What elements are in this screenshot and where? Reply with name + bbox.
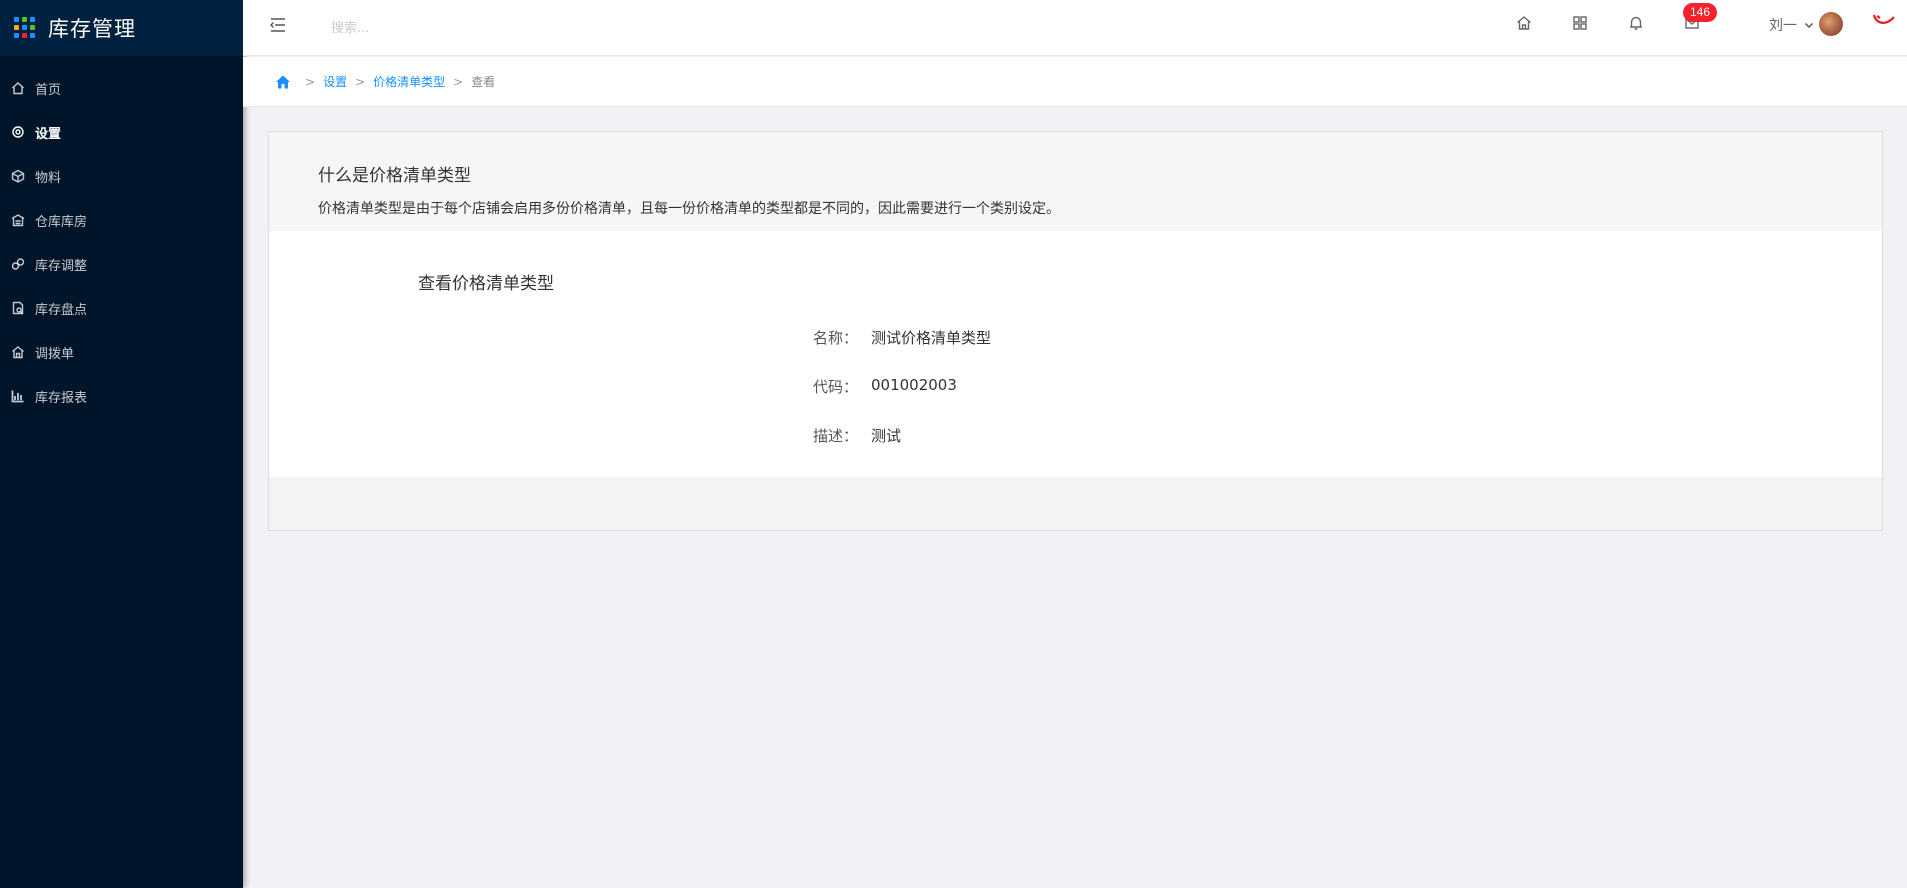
app-title: 库存管理: [48, 17, 136, 41]
message-count-badge: 146: [1683, 3, 1717, 22]
gear-icon: [11, 125, 25, 139]
sidebar-item-stock-adjust[interactable]: 库存调整: [0, 242, 243, 286]
field-description: 描述： 测试: [813, 425, 901, 446]
field-value: 001002003: [871, 376, 957, 394]
sidebar-item-home[interactable]: 首页: [0, 66, 243, 110]
field-label: 名称：: [813, 329, 859, 347]
sidebar-item-stock-check[interactable]: 库存盘点: [0, 286, 243, 330]
chevron-down-icon[interactable]: [1803, 16, 1815, 29]
home-nav-icon[interactable]: [1515, 14, 1535, 34]
field-value: 测试价格清单类型: [871, 329, 992, 347]
warehouse-icon: [11, 213, 25, 227]
sidebar-item-transfer[interactable]: 调拨单: [0, 330, 243, 374]
avatar[interactable]: [1819, 12, 1843, 36]
field-code: 代码： 001002003: [813, 376, 957, 397]
sidebar-item-label: 物料: [35, 170, 62, 186]
top-header: [243, 0, 1907, 56]
breadcrumb-current: 查看: [471, 75, 496, 89]
intro-description: 价格清单类型是由于每个店铺会启用多份价格清单，且每一份价格清单的类型都是不同的，…: [318, 201, 1060, 217]
breadcrumb-settings[interactable]: 设置: [323, 73, 347, 90]
sidebar-item-label: 库存盘点: [35, 302, 88, 318]
sidebar-item-label: 首页: [35, 82, 62, 98]
breadcrumb-price-list-type[interactable]: 价格清单类型: [373, 73, 445, 90]
adjust-icon: [11, 257, 25, 271]
sidebar-item-materials[interactable]: 物料: [0, 154, 243, 198]
brand-logo-icon: [1872, 12, 1896, 32]
sidebar-item-label: 设置: [35, 126, 62, 142]
field-label: 描述：: [813, 427, 859, 445]
search-input[interactable]: [331, 14, 591, 42]
sidebar-menu: 首页 设置 物料 仓库库房 库存调整 库存盘点 调拨单 库存报表: [0, 56, 243, 418]
sidebar-item-label: 仓库库房: [35, 214, 88, 230]
field-name: 名称： 测试价格清单类型: [813, 327, 991, 348]
content-card: 什么是价格清单类型 价格清单类型是由于每个店铺会启用多份价格清单，且每一份价格清…: [268, 131, 1883, 531]
breadcrumb-separator: >: [355, 74, 366, 89]
breadcrumb-separator: >: [305, 74, 316, 89]
field-label: 代码：: [813, 378, 859, 396]
home-icon[interactable]: [275, 74, 291, 90]
detail-title: 查看价格清单类型: [418, 274, 554, 294]
breadcrumb: > 设置 > 价格清单类型 > 查看: [243, 57, 1907, 107]
inventory-check-icon: [11, 301, 25, 315]
user-name[interactable]: 刘一: [1769, 15, 1797, 35]
sidebar-item-warehouse[interactable]: 仓库库房: [0, 198, 243, 242]
bar-chart-icon: [11, 389, 25, 403]
apps-grid-icon: [14, 17, 36, 39]
bell-icon[interactable]: [1627, 14, 1647, 34]
intro-section: 什么是价格清单类型 价格清单类型是由于每个店铺会启用多份价格清单，且每一份价格清…: [269, 132, 1882, 231]
sidebar-item-reports[interactable]: 库存报表: [0, 374, 243, 418]
sidebar: 库存管理 首页 设置 物料 仓库库房 库存调整 库存盘点 调拨单 库存报表: [0, 0, 243, 888]
brand[interactable]: 库存管理: [0, 0, 243, 56]
sidebar-item-label: 库存报表: [35, 390, 88, 406]
intro-title: 什么是价格清单类型: [318, 166, 471, 186]
home-icon: [11, 81, 25, 95]
detail-section: 查看价格清单类型 名称： 测试价格清单类型 代码： 001002003 描述： …: [269, 231, 1882, 477]
menu-toggle-icon[interactable]: [267, 14, 289, 36]
breadcrumb-separator: >: [453, 74, 464, 89]
sidebar-item-settings[interactable]: 设置: [0, 110, 243, 154]
field-value: 测试: [871, 427, 902, 445]
sidebar-item-label: 调拨单: [35, 346, 75, 362]
apps-icon[interactable]: [1571, 14, 1591, 34]
transfer-icon: [11, 345, 25, 359]
sidebar-item-label: 库存调整: [35, 258, 88, 274]
cube-icon: [11, 169, 25, 183]
